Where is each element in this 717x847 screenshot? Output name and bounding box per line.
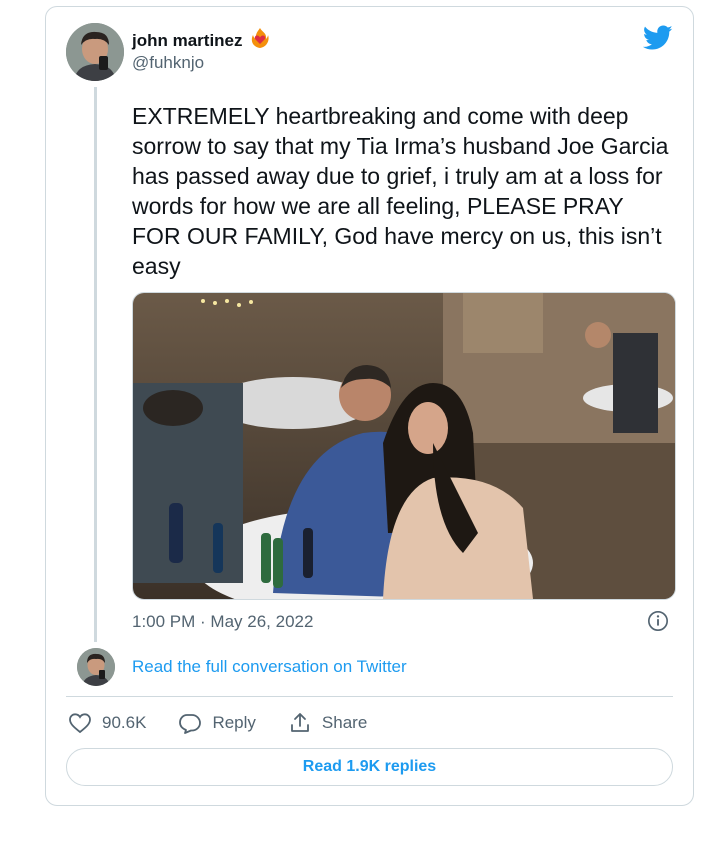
share-button[interactable]: Share xyxy=(288,711,367,735)
thread-line xyxy=(94,87,97,642)
tweet-actions: 90.6K Reply Share xyxy=(68,711,399,735)
heart-on-fire-icon xyxy=(249,27,271,54)
tweet-photo[interactable] xyxy=(132,292,676,600)
read-replies-button[interactable]: Read 1.9K replies xyxy=(66,748,673,786)
share-label: Share xyxy=(321,713,368,732)
author-handle[interactable]: @fuhknjo xyxy=(132,53,204,73)
read-conversation-link[interactable]: Read the full conversation on Twitter xyxy=(132,657,407,677)
reply-button[interactable]: Reply xyxy=(178,711,256,735)
author-avatar[interactable] xyxy=(66,23,124,81)
author-avatar-small[interactable] xyxy=(77,648,115,686)
reply-icon xyxy=(179,714,202,734)
reply-label: Reply xyxy=(212,713,256,732)
tweet-embed-card: john martinez @fuhknjo EXTREMELY heartbr… xyxy=(45,6,694,806)
share-icon xyxy=(291,713,309,732)
like-button[interactable]: 90.6K xyxy=(68,711,146,735)
twitter-bird-icon[interactable] xyxy=(642,25,673,51)
author-name-row[interactable]: john martinez xyxy=(132,27,271,54)
info-icon[interactable] xyxy=(647,610,669,632)
like-count: 90.6K xyxy=(102,713,147,732)
divider xyxy=(66,696,673,697)
tweet-timestamp[interactable]: 1:00 PM · May 26, 2022 xyxy=(132,612,313,632)
tweet-text: EXTREMELY heartbreaking and come with de… xyxy=(132,103,669,279)
heart-icon xyxy=(69,713,91,734)
author-name[interactable]: john martinez xyxy=(132,31,243,51)
